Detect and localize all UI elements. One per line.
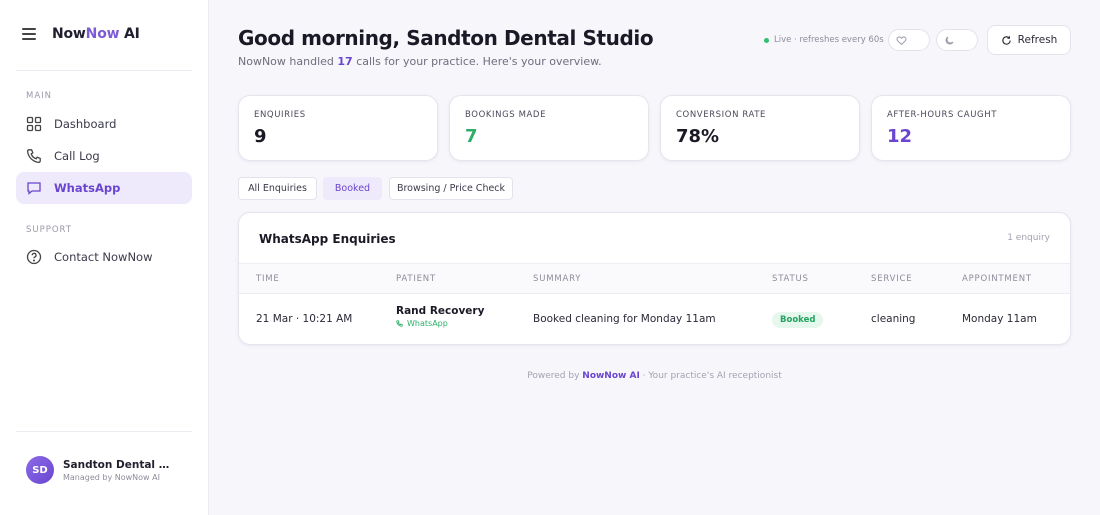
- help-icon: [26, 249, 42, 265]
- patient-name: Rand Recovery: [396, 305, 485, 317]
- dark-mode-toggle[interactable]: [936, 29, 978, 51]
- stat-label: BOOKINGS MADE: [465, 110, 547, 120]
- page-subtitle: NowNow handled 17 calls for your practic…: [238, 55, 602, 68]
- sidebar-item-call-log[interactable]: Call Log: [16, 140, 192, 172]
- stat-card-bookings: BOOKINGS MADE 7: [449, 95, 649, 161]
- live-dot-icon: [764, 37, 769, 43]
- grid-icon: [26, 116, 42, 132]
- stat-label: CONVERSION RATE: [676, 110, 767, 120]
- sidebar: NowNow AI MAIN Dashboard Call Log WhatsA…: [0, 0, 209, 515]
- table-count: 1 enquiry: [1007, 233, 1050, 243]
- stat-label: AFTER-HOURS CAUGHT: [887, 110, 997, 120]
- brand: NowNow AI: [22, 26, 140, 42]
- column-header[interactable]: STATUS: [772, 274, 809, 284]
- stat-card-conversion: CONVERSION RATE 78%: [660, 95, 860, 161]
- table-header: TIME PATIENT SUMMARY STATUS SERVICE APPO…: [239, 263, 1070, 294]
- cell-summary: Booked cleaning for Monday 11am: [533, 313, 716, 325]
- favorite-toggle[interactable]: [888, 29, 930, 51]
- filter-booked[interactable]: Booked: [323, 177, 382, 200]
- hamburger-menu-icon[interactable]: [22, 28, 36, 40]
- refresh-button[interactable]: Refresh: [987, 25, 1071, 55]
- sidebar-item-label: Contact NowNow: [54, 250, 153, 264]
- stat-value: 7: [465, 126, 478, 147]
- phone-icon: [26, 149, 41, 164]
- whatsapp-enquiries-table: WhatsApp Enquiries 1 enquiry TIME PATIEN…: [238, 212, 1071, 345]
- column-header[interactable]: APPOINTMENT: [962, 274, 1032, 284]
- user-profile[interactable]: SD Sandton Dental Stu... Managed by NowN…: [26, 456, 173, 484]
- table-title: WhatsApp Enquiries: [259, 232, 396, 246]
- sidebar-item-label: Call Log: [54, 149, 100, 163]
- live-text: Live · refreshes every 60s: [774, 35, 884, 45]
- calls-count: 17: [337, 55, 353, 68]
- user-subtitle: Managed by NowNow AI: [63, 472, 160, 482]
- page-title: Good morning, Sandton Dental Studio: [238, 26, 654, 50]
- sidebar-item-dashboard[interactable]: Dashboard: [16, 108, 192, 140]
- brand-logo[interactable]: NowNow AI: [52, 26, 140, 42]
- stat-label: ENQUIRIES: [254, 110, 306, 120]
- section-label-support: SUPPORT: [26, 225, 73, 235]
- divider: [16, 431, 192, 432]
- stat-card-after-hours: AFTER-HOURS CAUGHT 12: [871, 95, 1071, 161]
- section-label-main: MAIN: [26, 91, 53, 101]
- chat-icon: [27, 182, 41, 195]
- column-header[interactable]: PATIENT: [396, 274, 436, 284]
- refresh-icon: [1002, 35, 1011, 45]
- refresh-label: Refresh: [1017, 34, 1058, 46]
- cell-time: 21 Mar · 10:21 AM: [256, 313, 353, 325]
- divider: [16, 70, 192, 71]
- sidebar-item-contact[interactable]: Contact NowNow: [16, 241, 192, 273]
- sidebar-item-label: WhatsApp: [54, 181, 121, 195]
- stat-value: 78%: [676, 126, 720, 147]
- stat-card-enquiries: ENQUIRIES 9: [238, 95, 438, 161]
- sidebar-item-whatsapp[interactable]: WhatsApp: [16, 172, 192, 204]
- stat-value: 12: [887, 126, 913, 147]
- column-header[interactable]: SUMMARY: [533, 274, 581, 284]
- footer-brand-link[interactable]: NowNow AI: [582, 371, 640, 381]
- column-header[interactable]: SERVICE: [871, 274, 912, 284]
- footer: Powered by NowNow AI · Your practice's A…: [527, 371, 782, 381]
- cell-service: cleaning: [871, 313, 916, 325]
- patient-source: WhatsApp: [396, 319, 484, 328]
- avatar: SD: [26, 456, 54, 484]
- heart-icon: [896, 35, 907, 45]
- filter-all-enquiries[interactable]: All Enquiries: [238, 177, 317, 200]
- phone-icon: [396, 320, 403, 327]
- stat-value: 9: [254, 126, 267, 147]
- cell-appointment: Monday 11am: [962, 313, 1037, 325]
- sidebar-item-label: Dashboard: [54, 117, 117, 131]
- cell-patient: Rand Recovery WhatsApp: [396, 305, 484, 328]
- filter-browsing[interactable]: Browsing / Price Check: [389, 177, 513, 200]
- column-header[interactable]: TIME: [256, 274, 280, 284]
- user-name: Sandton Dental Stu...: [63, 458, 173, 471]
- moon-icon: [945, 36, 954, 44]
- live-indicator: Live · refreshes every 60s: [764, 35, 884, 45]
- status-badge: Booked: [772, 312, 824, 328]
